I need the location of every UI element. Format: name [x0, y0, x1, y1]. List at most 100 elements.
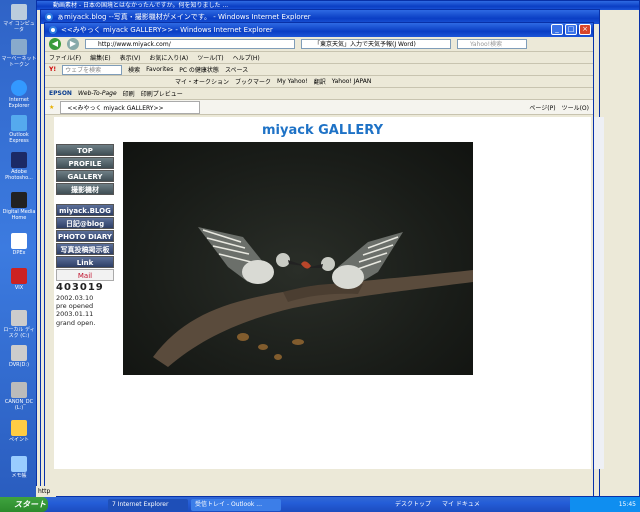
web-page: miyack GALLERY TOP PROFILE GALLERY 撮影機材 …	[54, 117, 591, 469]
desktop-icon-paint[interactable]: ペイント	[1, 420, 37, 443]
epson-print-button[interactable]: 印刷	[123, 89, 135, 98]
address-text: http://www.miyack.com/	[98, 41, 171, 48]
history-date-1: 2002.03.10	[56, 294, 94, 302]
taskbar-desktop[interactable]: デスクトップ	[391, 499, 435, 511]
nav-equipment[interactable]: 撮影機材	[56, 183, 114, 195]
notepad-icon	[11, 456, 27, 472]
nav-diary-blog[interactable]: 日記@blog	[56, 217, 114, 229]
epson-toolbar: EPSON Web-To-Page 印刷 印刷プレビュー	[45, 88, 593, 100]
desktop-icon-my-computer[interactable]: マイ コンピュータ	[1, 4, 37, 33]
pc-health-button[interactable]: PC の健康状態	[179, 65, 219, 74]
desktop-icon-dpex[interactable]: DPEx	[1, 233, 37, 256]
menu-favorites[interactable]: お気に入り(A)	[149, 53, 188, 62]
ie-icon	[45, 13, 53, 21]
favorites-button[interactable]: Favorites	[146, 66, 173, 73]
search-button[interactable]: 検索	[128, 65, 140, 74]
media-icon	[11, 192, 27, 208]
desktop-icon-local-disk[interactable]: ローカル ディスク (C:)	[1, 310, 37, 339]
web-search-input[interactable]: ウェブを検索	[62, 64, 123, 75]
desktop-icon-label: VIX	[14, 285, 24, 291]
desktop-icon-label: DPEx	[12, 250, 26, 256]
my-auction-button[interactable]: マイ・オークション	[175, 77, 229, 86]
nav-photo-diary[interactable]: PHOTO DIARY	[56, 230, 114, 242]
desktop-icon-token[interactable]: マーベーネット トークン	[1, 39, 37, 68]
back-arrow-icon[interactable]: ◀	[49, 38, 61, 50]
yahoo-search-input[interactable]: Yahoo!検索	[457, 39, 527, 49]
menu-edit[interactable]: 編集(E)	[90, 53, 110, 62]
nav-mail[interactable]: Mail	[56, 269, 114, 281]
yahoo-toolbar: Y! ウェブを検索 検索 Favorites PC の健康状態 スペース	[45, 64, 593, 76]
favorites-star-icon[interactable]: ★	[49, 104, 54, 111]
desktop-icon-outlook[interactable]: Outlook Express	[1, 115, 37, 144]
camera-icon	[11, 382, 27, 398]
desktop-icon-label: マーベーネット トークン	[1, 56, 37, 68]
epson-logo: EPSON	[49, 90, 72, 97]
start-label: スタート	[14, 500, 46, 509]
desktop-icon-dmh[interactable]: Digital Media Home	[1, 192, 37, 221]
history-note-1: pre opened	[56, 302, 94, 310]
vix-icon	[11, 268, 27, 284]
taskbar-ie-group[interactable]: 7 Internet Explorer	[108, 498, 188, 511]
maximize-button[interactable]: □	[565, 24, 577, 35]
yahoo-logo[interactable]: Y!	[49, 66, 56, 73]
menu-file[interactable]: ファイル(F)	[49, 53, 81, 62]
space-button[interactable]: スペース	[225, 65, 248, 74]
desktop-icon-canon[interactable]: CANON_DC (L:)	[1, 382, 37, 411]
access-counter: 403019	[56, 282, 104, 293]
minimize-button[interactable]: _	[551, 24, 563, 35]
system-tray: 15:45	[570, 497, 640, 512]
title-bar[interactable]: <<みやっく miyack GALLERY>> - Windows Intern…	[45, 23, 593, 37]
desktop-icon-label: マイ コンピュータ	[3, 21, 35, 33]
clock[interactable]: 15:45	[619, 501, 636, 508]
taskbar-outlook[interactable]: 受信トレイ - Outlook ...	[191, 498, 281, 511]
start-button[interactable]: スタート	[0, 497, 48, 512]
menu-view[interactable]: 表示(V)	[120, 53, 141, 62]
ie-icon	[49, 26, 57, 34]
vertical-scrollbar[interactable]	[594, 117, 604, 469]
address-row: ◀ ▶ http://www.miyack.com/ 「東京天気」入力で天気予報…	[45, 37, 593, 52]
my-yahoo-button[interactable]: My Yahoo!	[277, 78, 308, 85]
nav-link[interactable]: Link	[56, 256, 114, 268]
web-to-page-label: Web-To-Page	[77, 90, 117, 97]
taskbar-mydocuments[interactable]: マイ ドキュメ	[438, 499, 484, 511]
computer-icon	[11, 4, 27, 20]
disk-icon	[11, 310, 27, 326]
forward-arrow-icon[interactable]: ▶	[67, 38, 79, 50]
desktop-icon-label: ローカル ディスク (C:)	[3, 327, 35, 339]
desktop-icon-label: Adobe Photosho...	[5, 169, 33, 181]
close-button[interactable]: ×	[579, 24, 591, 35]
history-date-2: 2003.01.11	[56, 310, 94, 318]
desktop-icon-label: メモ帳	[11, 473, 27, 479]
bookmark-button[interactable]: ブックマーク	[235, 77, 271, 86]
menu-tools[interactable]: ツール(T)	[197, 53, 223, 62]
desktop-icon-label: Outlook Express	[9, 132, 29, 144]
desktop-icon-label: Digital Media Home	[2, 209, 36, 221]
kingfisher-photo	[123, 142, 473, 375]
nav-blog[interactable]: miyack.BLOG	[56, 204, 114, 216]
window-title: <<みやっく miyack GALLERY>> - Windows Intern…	[61, 26, 273, 34]
nav-top[interactable]: TOP	[56, 144, 114, 156]
desktop-icon-vix[interactable]: VIX	[1, 268, 37, 291]
site-logo: miyack GALLERY	[261, 123, 384, 138]
status-bar-text: http	[36, 486, 56, 497]
yahoo-japan-button[interactable]: Yahoo! JAPAN	[332, 78, 372, 85]
translate-button[interactable]: 翻訳	[314, 77, 326, 86]
menu-help[interactable]: ヘルプ(H)	[233, 53, 260, 62]
nav-profile[interactable]: PROFILE	[56, 157, 114, 169]
desktop-icon-ie[interactable]: Internet Explorer	[1, 80, 37, 109]
jword-search[interactable]: 「東京天気」入力で天気予報(J Word)	[301, 39, 451, 49]
desktop-icon-photoshop[interactable]: Adobe Photosho...	[1, 152, 37, 181]
address-bar[interactable]: http://www.miyack.com/	[85, 39, 295, 49]
desktop-icon-label: Internet Explorer	[8, 97, 30, 109]
tools-menu[interactable]: ツール(O)	[562, 103, 589, 112]
desktop-icon-dvr[interactable]: DVR(D:)	[1, 345, 37, 368]
window-title: 動画素材 - 日本の国境とはなかったんですか。何を知りました ...	[53, 2, 229, 9]
nav-photo-board[interactable]: 写真投稿掲示板	[56, 243, 114, 255]
desktop-icon-notepad[interactable]: メモ帳	[1, 456, 37, 479]
epson-preview-button[interactable]: 印刷プレビュー	[141, 89, 183, 98]
tab-miyack-gallery[interactable]: <<みやっく miyack GALLERY>>	[60, 100, 201, 114]
page-menu[interactable]: ページ(P)	[529, 103, 555, 112]
window-title: ぁmiyack.blog --写真・撮影機材がメインです。 - Windows …	[57, 13, 311, 21]
nav-gallery[interactable]: GALLERY	[56, 170, 114, 182]
desktop-icon-label: CANON_DC (L:)	[4, 399, 34, 411]
